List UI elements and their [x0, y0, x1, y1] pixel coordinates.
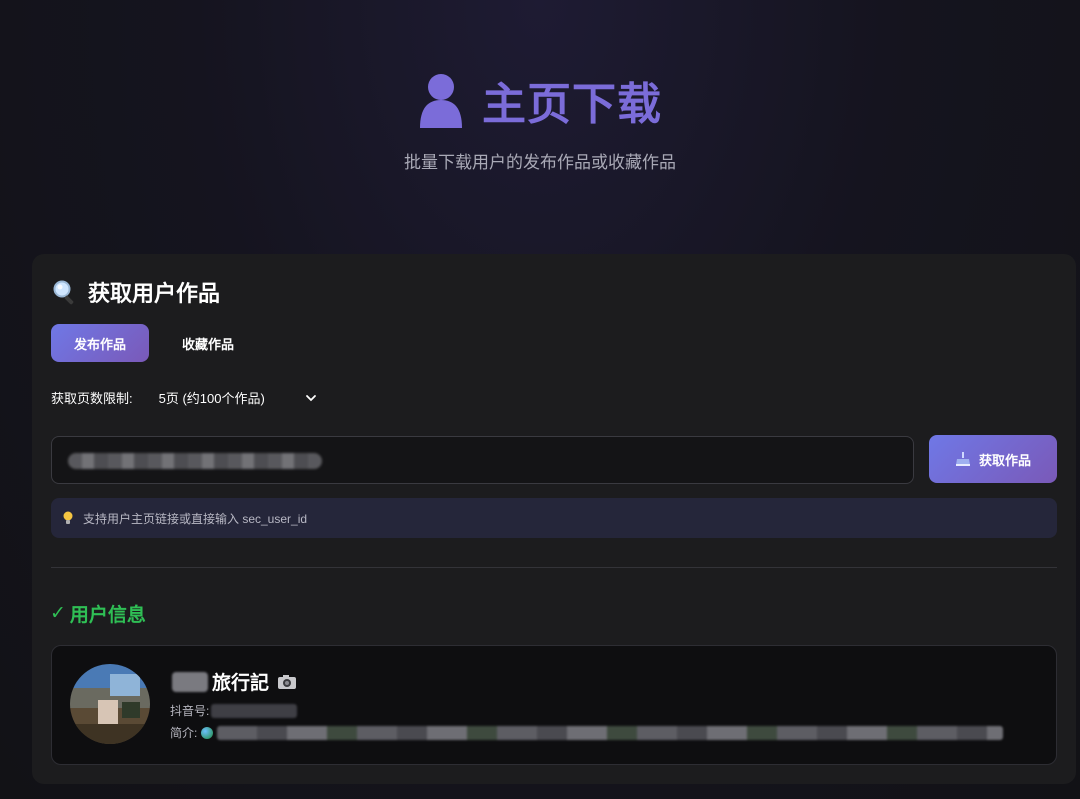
- title-row: 主页下载: [0, 60, 1080, 140]
- user-name-text: 旅行記: [212, 673, 270, 694]
- globe-icon: [201, 726, 214, 739]
- magnifier-icon: [53, 280, 74, 305]
- user-bio-label: 简介:: [170, 726, 198, 740]
- check-icon: ✓: [50, 603, 66, 624]
- card-title-text: 获取用户作品: [88, 281, 221, 306]
- page-header: 主页下载 批量下载用户的发布作品或收藏作品: [0, 60, 1080, 173]
- page-limit-label: 获取页数限制:: [51, 391, 133, 406]
- user-info-title: 用户信息: [69, 605, 146, 626]
- user-name: 旅行記: [172, 668, 297, 695]
- redacted-id: [211, 703, 298, 718]
- works-type-tabs: 发布作品 收藏作品: [51, 324, 257, 362]
- fetch-works-card: 获取用户作品 发布作品 收藏作品 获取页数限制: 5页 (约100个作品) 获取…: [32, 254, 1076, 784]
- redacted-input-text: [68, 453, 322, 469]
- user-info-card: 旅行記 抖音号: 简介:: [51, 645, 1057, 765]
- tab-published-works[interactable]: 发布作品: [51, 324, 150, 362]
- hint-text: 支持用户主页链接或直接输入 sec_user_id: [83, 511, 308, 526]
- page-limit-row: 获取页数限制: 5页 (约100个作品): [51, 388, 317, 407]
- card-title: 获取用户作品: [52, 276, 220, 308]
- divider: [51, 567, 1057, 568]
- page-subtitle: 批量下载用户的发布作品或收藏作品: [404, 153, 676, 172]
- chevron-down-icon: [305, 394, 316, 401]
- redacted-bio: [217, 725, 1004, 740]
- page-title: 主页下载: [482, 79, 662, 130]
- redacted-name: [172, 671, 208, 692]
- hint-box: 支持用户主页链接或直接输入 sec_user_id: [51, 498, 1057, 538]
- fetch-works-button[interactable]: 获取作品: [929, 435, 1057, 483]
- tab-favorite-works[interactable]: 收藏作品: [159, 324, 257, 362]
- user-bio: 简介:: [170, 724, 1004, 741]
- avatar: [70, 664, 150, 744]
- user-douyin-id: 抖音号:: [170, 702, 298, 719]
- user-icon: [420, 74, 462, 128]
- camera-icon: [278, 674, 297, 689]
- fetch-button-label: 获取作品: [978, 452, 1031, 468]
- lightbulb-icon: [63, 511, 73, 524]
- broom-icon: [955, 452, 970, 466]
- user-id-label: 抖音号:: [170, 704, 210, 718]
- page-limit-value: 5页 (约100个作品): [158, 391, 265, 406]
- page-limit-select[interactable]: 5页 (约100个作品): [159, 388, 317, 407]
- user-info-heading: ✓ 用户信息: [50, 600, 146, 627]
- user-url-input[interactable]: [51, 436, 914, 484]
